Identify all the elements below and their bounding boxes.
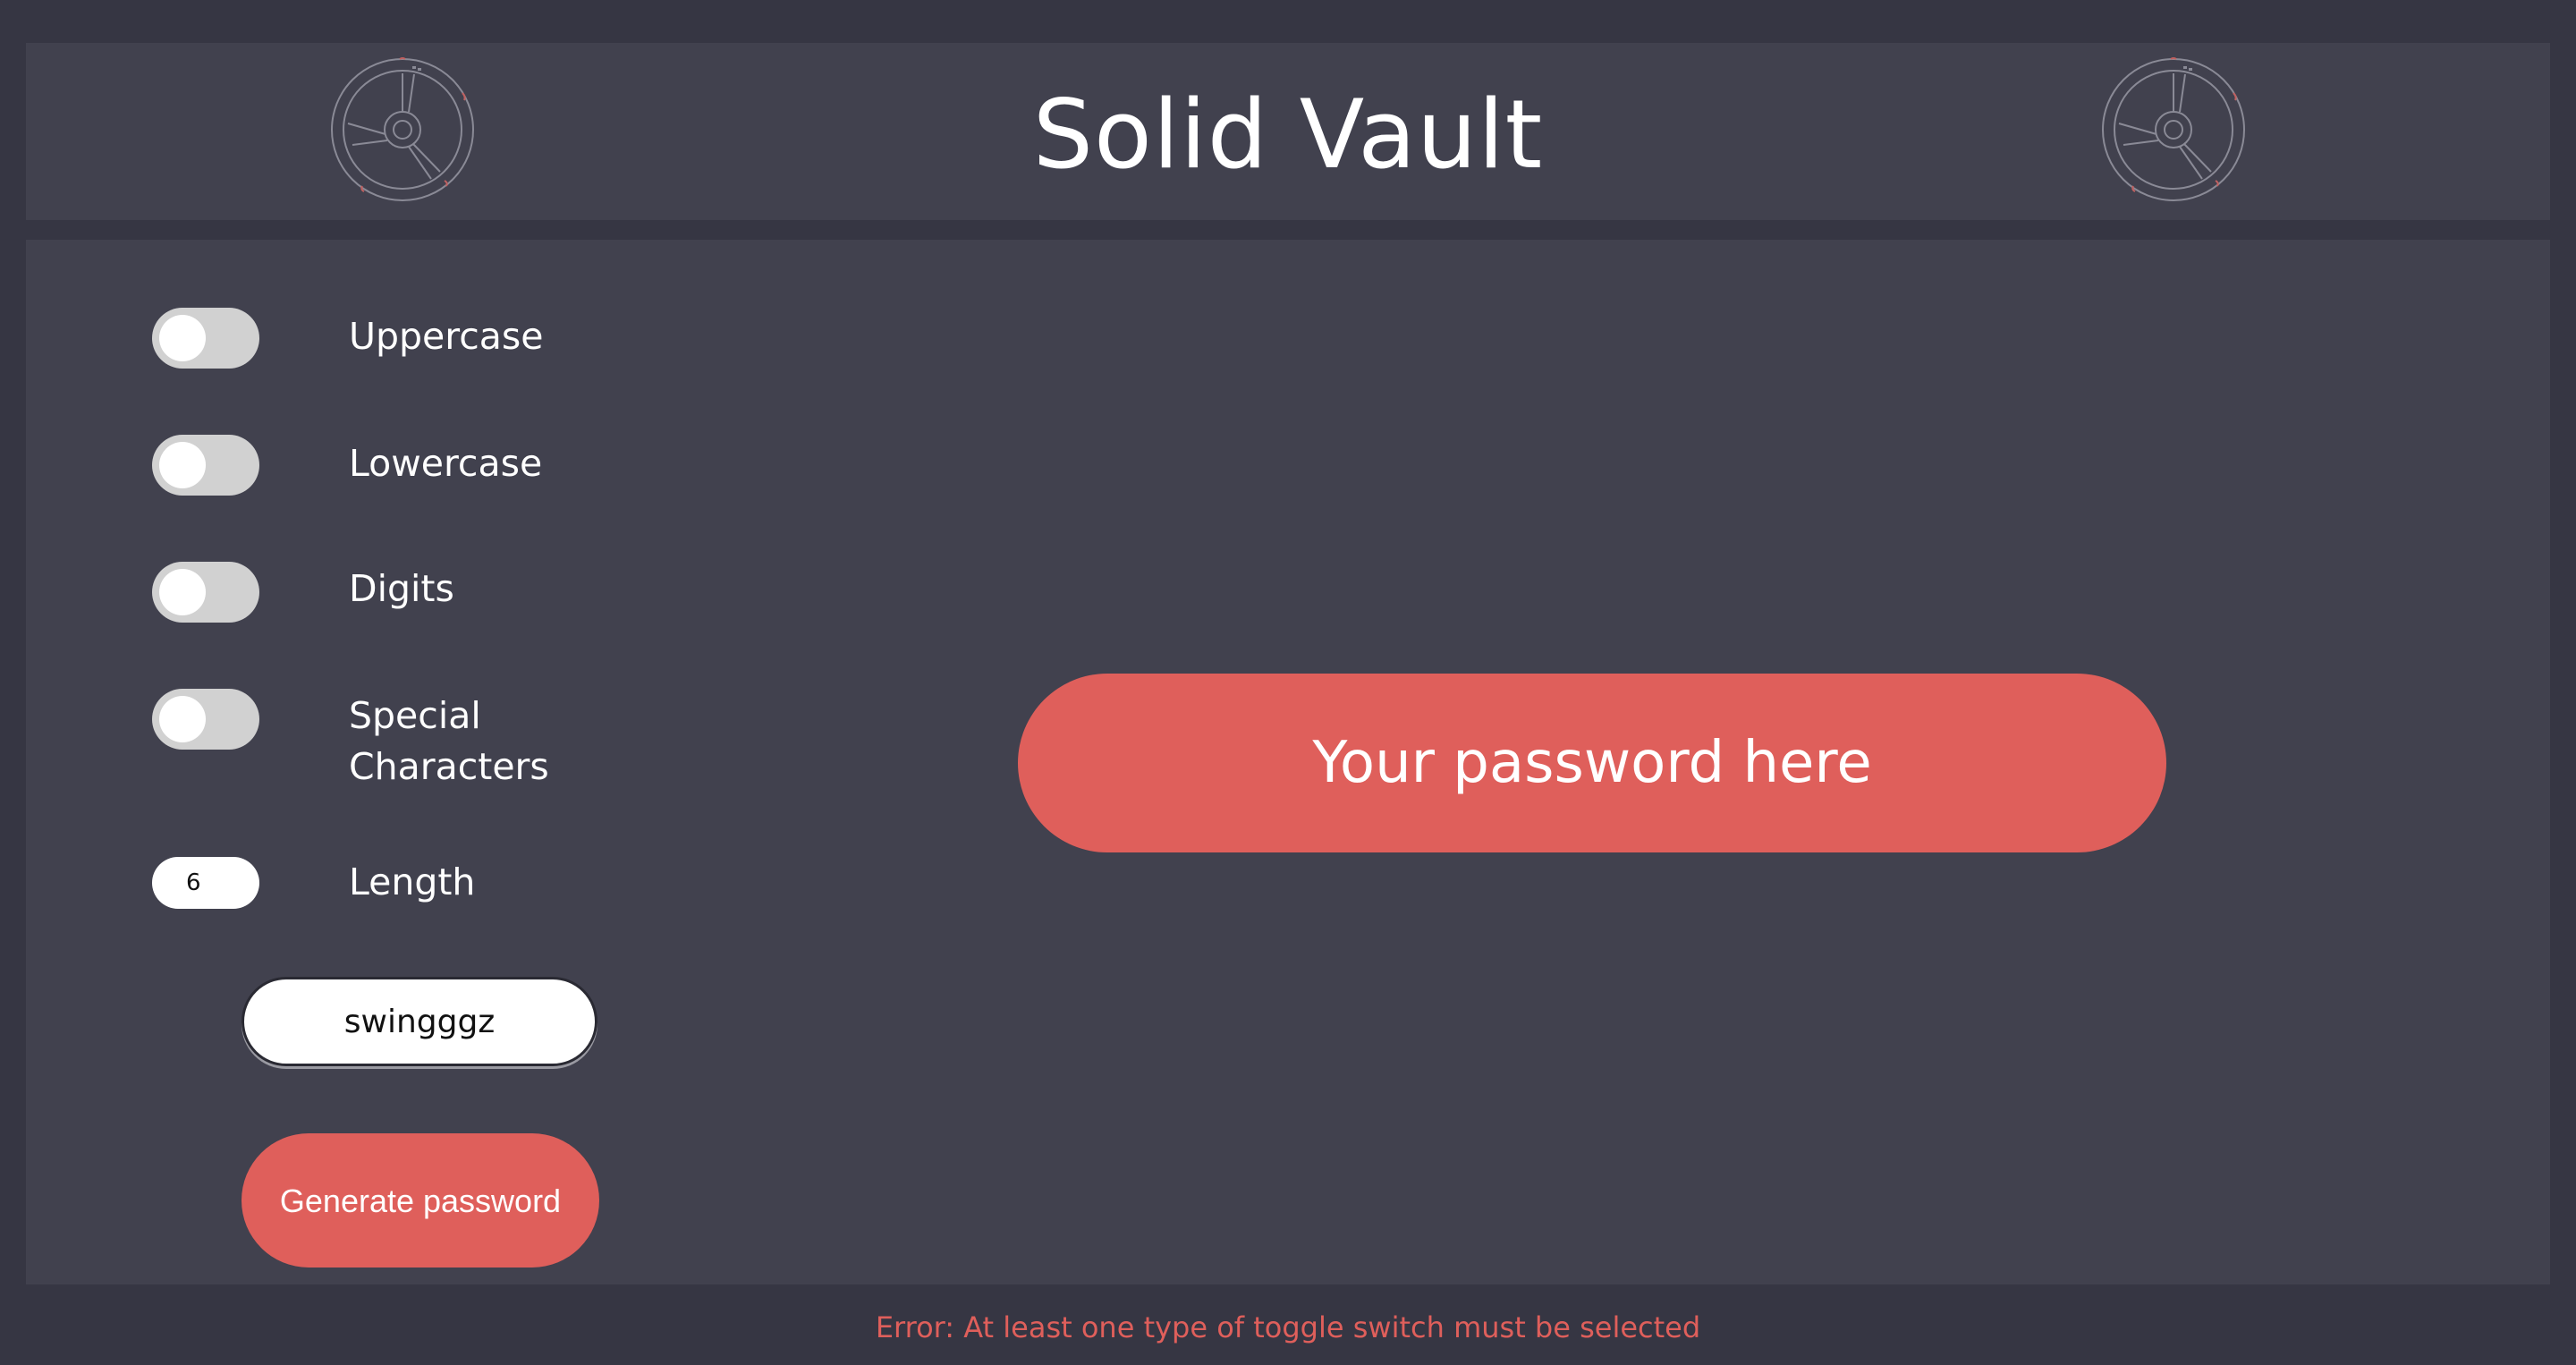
main-panel: Uppercase Lowercase Digits Special Chara… [26,240,2550,1284]
password-display[interactable]: Your password here [1018,674,2166,852]
toggle-knob [159,696,206,742]
special-characters-label: Special Characters [349,691,549,793]
vault-icon [2102,57,2245,201]
toggle-knob [159,569,206,615]
generate-password-button[interactable]: Generate password [242,1133,599,1268]
lowercase-label: Lowercase [349,442,543,485]
uppercase-toggle[interactable] [152,308,259,369]
digits-label: Digits [349,567,454,610]
digits-toggle[interactable] [152,562,259,623]
header: Solid Vault [26,43,2550,220]
uppercase-label: Uppercase [349,315,544,358]
error-message: Error: At least one type of toggle switc… [875,1310,1701,1344]
special-characters-label-line2: Characters [349,745,549,788]
special-characters-label-line1: Special [349,694,481,737]
seed-input[interactable] [242,977,597,1066]
lowercase-toggle[interactable] [152,435,259,496]
length-input[interactable] [152,857,259,909]
toggle-knob [159,315,206,361]
special-characters-toggle[interactable] [152,689,259,750]
length-label: Length [349,861,476,903]
toggle-knob [159,442,206,488]
